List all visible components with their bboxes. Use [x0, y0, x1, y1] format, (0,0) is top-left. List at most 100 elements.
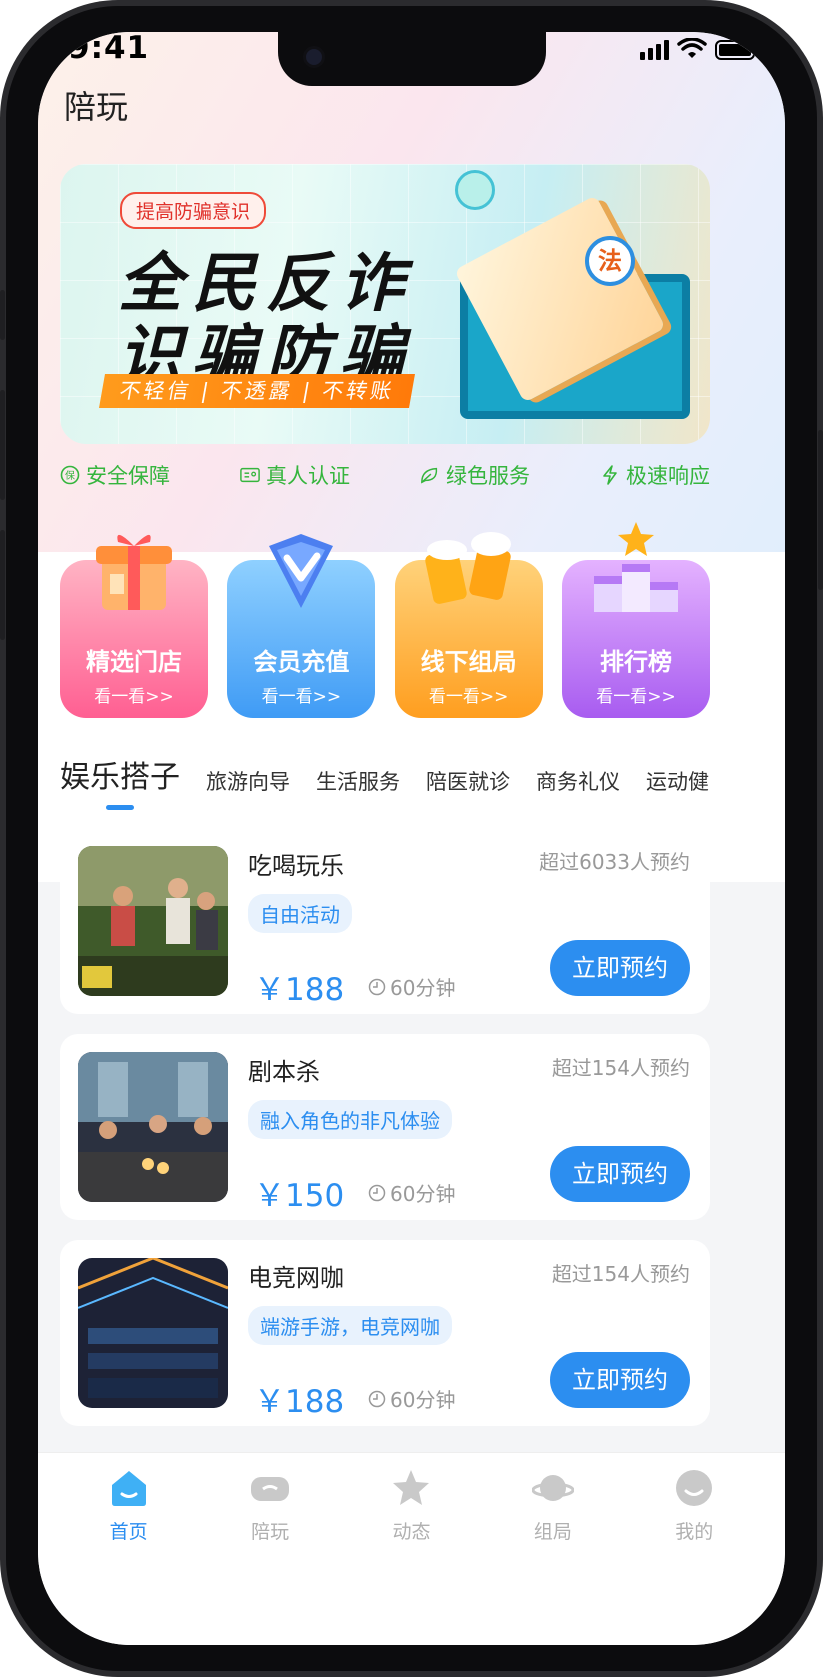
category-name: 会员充值 [253, 648, 350, 676]
tab-home[interactable]: 首页 [79, 1453, 179, 1645]
category-ranking[interactable]: 排行榜 看一看>> [561, 518, 710, 718]
service-tabs: 娱乐搭子 旅游向导 生活服务 陪医就诊 商务礼仪 运动健 [60, 752, 760, 810]
home-icon [111, 1471, 146, 1506]
anti-fraud-banner[interactable]: 法 提高防骗意识 全民反诈 识骗防骗 不轻信 | 不透露 | 不转账 [60, 164, 710, 444]
tab-medical-escort[interactable]: 陪医就诊 [426, 766, 510, 796]
service-price: ￥188 [254, 972, 345, 1008]
category-name: 排行榜 [599, 648, 672, 676]
service-duration: 60分钟 [368, 972, 455, 1001]
page-title: 陪玩 [64, 88, 129, 126]
category-membership[interactable]: 会员充值 看一看>> [227, 518, 376, 718]
lightning-icon [603, 465, 617, 485]
tab-companion[interactable]: 陪玩 [220, 1453, 320, 1645]
service-photo [78, 1258, 228, 1408]
booking-count: 超过154人预约 [551, 1056, 690, 1080]
category-link: 看一看>> [261, 687, 342, 707]
tab-label: 陪玩 [251, 1521, 290, 1543]
tab-business-etiquette[interactable]: 商务礼仪 [536, 766, 620, 796]
star-icon [393, 1470, 430, 1505]
service-price: ￥188 [254, 1384, 345, 1420]
smile-icon [676, 1470, 713, 1506]
id-card-icon [240, 467, 260, 483]
category-link: 看一看>> [428, 687, 509, 707]
cellular-signal-icon [640, 40, 669, 60]
feature-row: 保 安全保障 真人认证 绿色服务 极速响应 [60, 460, 710, 490]
service-tag: 端游手游，电竞网咖 [248, 1306, 452, 1345]
lightbulb-icon [455, 170, 495, 210]
mute-switch [0, 290, 5, 340]
tab-travel-guide[interactable]: 旅游向导 [206, 766, 290, 796]
tab-label: 我的 [675, 1521, 714, 1543]
shield-check-icon: 保 [60, 465, 80, 485]
duration-label: 60分钟 [390, 1182, 456, 1206]
service-tag: 自由活动 [248, 894, 352, 933]
banner-tag: 提高防骗意识 [120, 192, 267, 229]
service-list: 吃喝玩乐 超过6033人预约 自由活动 ￥188 60分钟 立即预约 剧本杀 超… [60, 828, 710, 1446]
diamond-icon [269, 534, 334, 608]
service-card[interactable]: 电竞网咖 超过154人预约 端游手游，电竞网咖 ￥188 60分钟 立即预约 [60, 1240, 710, 1426]
status-time: 9:41 [68, 32, 150, 66]
volume-up-button [0, 390, 5, 500]
duration-label: 60分钟 [390, 1388, 456, 1412]
clock-icon [368, 978, 386, 995]
screen: 9:41 陪玩 法 提高防骗意识 全民反诈 识骗防骗 不轻信 | 不透露 | 不… [38, 32, 785, 1645]
service-photo [78, 1052, 228, 1202]
feature-label: 绿色服务 [446, 464, 530, 488]
category-store[interactable]: 精选门店 看一看>> [60, 518, 208, 718]
leaf-icon [421, 467, 438, 484]
feature-green: 绿色服务 [420, 460, 530, 490]
category-name: 精选门店 [86, 648, 182, 676]
service-card[interactable]: 吃喝玩乐 超过6033人预约 自由活动 ￥188 60分钟 立即预约 [60, 828, 710, 1014]
tab-entertainment[interactable]: 娱乐搭子 [60, 752, 180, 810]
tab-label: 首页 [109, 1521, 148, 1543]
banner-slogan: 不轻信 | 不透露 | 不转账 [99, 374, 415, 408]
tab-feed[interactable]: 动态 [361, 1453, 461, 1645]
tab-profile[interactable]: 我的 [644, 1453, 744, 1645]
status-icons [640, 38, 755, 60]
gift-shop-icon [96, 534, 172, 610]
clock-icon [368, 1184, 386, 1201]
feature-label: 安全保障 [86, 464, 170, 488]
tab-groups[interactable]: 组局 [503, 1453, 603, 1645]
category-meetup[interactable]: 线下组局 看一看>> [394, 518, 543, 718]
category-name: 线下组局 [420, 648, 517, 676]
svg-text:保: 保 [65, 469, 75, 482]
feature-label: 真人认证 [266, 464, 350, 488]
service-tag: 融入角色的非凡体验 [248, 1100, 452, 1139]
feature-verify: 真人认证 [240, 460, 350, 490]
booking-count: 超过6033人预约 [539, 850, 690, 874]
book-now-button[interactable]: 立即预约 [550, 940, 690, 996]
volume-down-button [0, 530, 5, 640]
clock-icon [368, 1390, 386, 1407]
front-camera [303, 46, 325, 68]
duration-label: 60分钟 [390, 976, 456, 1000]
law-badge: 法 [585, 236, 635, 286]
category-link: 看一看>> [94, 687, 174, 707]
power-button [818, 430, 823, 590]
service-price: ￥150 [254, 1178, 345, 1214]
feature-label: 极速响应 [626, 464, 710, 488]
podium-icon [593, 522, 678, 612]
category-link: 看一看>> [596, 687, 676, 707]
service-card[interactable]: 剧本杀 超过154人预约 融入角色的非凡体验 ￥150 60分钟 立即预约 [60, 1034, 710, 1220]
service-title: 剧本杀 [248, 1058, 320, 1086]
bottom-tab-bar: 首页 陪玩 动态 组局 我的 [38, 1452, 785, 1645]
wifi-icon [677, 38, 707, 58]
category-grid: 精选门店 看一看>> 会员充值 看一看>> 线下组局 看一看>> 排行榜 看一看… [60, 518, 710, 718]
tab-label: 动态 [392, 1521, 431, 1543]
tab-sports[interactable]: 运动健 [646, 766, 709, 796]
tab-label: 组局 [533, 1521, 572, 1543]
beer-mugs-icon [424, 532, 511, 604]
feature-safety: 保 安全保障 [60, 460, 170, 490]
book-now-button[interactable]: 立即预约 [550, 1146, 690, 1202]
booking-count: 超过154人预约 [551, 1262, 690, 1286]
service-title: 电竞网咖 [248, 1264, 344, 1292]
tab-life-service[interactable]: 生活服务 [316, 766, 400, 796]
service-duration: 60分钟 [368, 1178, 455, 1207]
service-photo [78, 846, 228, 996]
service-title: 吃喝玩乐 [248, 852, 344, 880]
service-duration: 60分钟 [368, 1384, 455, 1413]
book-now-button[interactable]: 立即预约 [550, 1352, 690, 1408]
feature-fast: 极速响应 [600, 460, 710, 490]
planet-icon [531, 1475, 575, 1501]
